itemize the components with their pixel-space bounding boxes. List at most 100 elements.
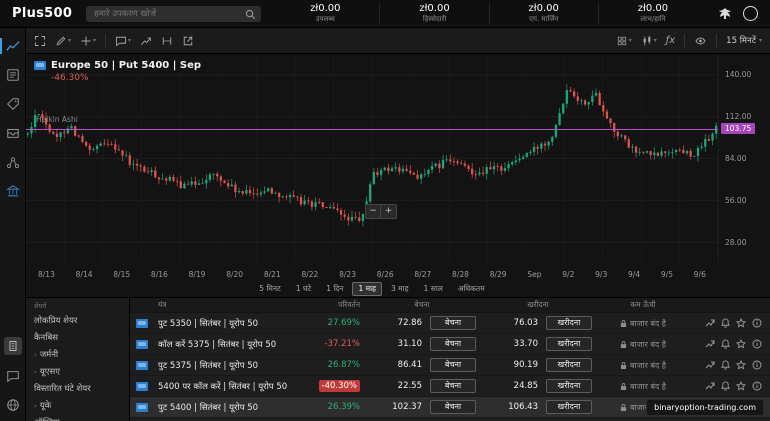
globe-icon[interactable]: [5, 397, 21, 413]
info-icon[interactable]: [752, 318, 762, 328]
range-button[interactable]: 1 माह: [352, 282, 382, 296]
buy-button[interactable]: खरीदना: [546, 358, 592, 372]
star-icon[interactable]: [736, 339, 746, 349]
info-icon[interactable]: [752, 339, 762, 349]
toolbar-divider: [716, 34, 717, 47]
account-avatar[interactable]: [743, 6, 758, 21]
chart-type-icon[interactable]: ▾: [641, 35, 657, 47]
indicator-label[interactable]: Heikin Ashi: [36, 115, 78, 124]
chart-arrow-icon[interactable]: [705, 381, 715, 391]
time-axis[interactable]: 8/138/148/158/168/198/208/218/228/238/26…: [26, 268, 718, 281]
crosshair-icon[interactable]: ▾: [80, 35, 96, 47]
category-item[interactable]: › यूके: [26, 397, 129, 414]
category-item[interactable]: लोकप्रिय शेयर: [26, 312, 129, 329]
expand-icon[interactable]: [34, 35, 46, 47]
stat-value: zł0.00: [281, 3, 369, 14]
sell-button[interactable]: बेचना: [430, 337, 476, 351]
sell-price: 102.37: [364, 402, 426, 412]
account-stats: zł0.00 उपलब्ध zł0.00 हिस्सेदारी zł0.00 ए…: [271, 3, 707, 24]
buy-button[interactable]: खरीदना: [546, 400, 592, 414]
market-status-label: बाजार बंद है: [630, 381, 666, 392]
network-icon[interactable]: [5, 154, 21, 170]
sell-button[interactable]: बेचना: [430, 400, 476, 414]
instrument-icon: [136, 403, 148, 412]
price-axis-label: 84.00: [725, 154, 746, 163]
price-axis-label: 112.00: [725, 112, 751, 121]
time-axis-label: 8/22: [301, 270, 318, 279]
market-status-label: बाजार बंद है: [630, 339, 666, 350]
stat-value: zł0.00: [609, 3, 697, 14]
alert-bell-icon[interactable]: [721, 360, 730, 370]
comment-icon[interactable]: ▾: [115, 35, 131, 47]
search-input[interactable]: [86, 6, 261, 22]
chart-arrow-icon[interactable]: [705, 318, 715, 328]
draw-icon[interactable]: ▾: [55, 35, 71, 47]
category-item[interactable]: › जर्मनी: [26, 346, 129, 363]
change-cell: 26.39%: [302, 402, 364, 412]
eagle-logo-icon: [717, 7, 733, 21]
buy-button[interactable]: खरीदना: [546, 379, 592, 393]
chart-plot[interactable]: Europe 50 | Put 5400 | Sep -46.30% Heiki…: [26, 54, 718, 263]
stat-label: लाभ/हानि: [609, 15, 697, 24]
buy-price: 76.03: [480, 318, 542, 328]
alert-bell-icon[interactable]: [721, 381, 730, 391]
header-range: कम ऊँची: [596, 300, 690, 310]
info-icon[interactable]: [752, 381, 762, 391]
timeframe-selector[interactable]: 15 मिनटें ▾: [726, 35, 762, 46]
table-row[interactable]: पुट 5375 | सितंबर | यूरोप 50 26.87% 86.4…: [130, 355, 770, 376]
sell-button[interactable]: बेचना: [430, 379, 476, 393]
sell-button[interactable]: बेचना: [430, 316, 476, 330]
layout-grid-icon[interactable]: ▾: [616, 35, 632, 47]
instrument-search[interactable]: [86, 6, 261, 22]
range-button[interactable]: 1 घंटे: [290, 282, 317, 296]
news-icon[interactable]: [5, 67, 21, 83]
building-icon[interactable]: [4, 337, 22, 355]
tag-icon[interactable]: [5, 96, 21, 112]
alert-bell-icon[interactable]: [721, 318, 730, 328]
drawer-icon[interactable]: [5, 125, 21, 141]
star-icon[interactable]: [736, 381, 746, 391]
eye-icon[interactable]: [694, 35, 707, 47]
table-row[interactable]: 5400 पर कॉल करें | सितंबर | यूरोप 50 -40…: [130, 376, 770, 397]
buy-button[interactable]: खरीदना: [546, 337, 592, 351]
sell-button[interactable]: बेचना: [430, 358, 476, 372]
range-selector: 5 मिनट1 घंटे1 दिन1 माह3 माह1 सालअधिकतम: [26, 281, 718, 296]
table-row[interactable]: पुट 5350 | सितंबर | यूरोप 50 27.69% 72.8…: [130, 313, 770, 334]
range-button[interactable]: 3 माह: [385, 282, 415, 296]
zoom-in-button[interactable]: +: [381, 205, 396, 218]
time-axis-label: 9/3: [595, 270, 607, 279]
star-icon[interactable]: [736, 318, 746, 328]
market-status: बाजार बंद है: [596, 381, 690, 392]
fx-indicator-icon[interactable]: ƒx: [666, 35, 675, 46]
star-icon[interactable]: [736, 360, 746, 370]
trend-line-icon[interactable]: [140, 35, 152, 47]
line-chart-icon[interactable]: [5, 38, 21, 54]
alert-bell-icon[interactable]: [721, 339, 730, 349]
change-cell: 27.69%: [302, 318, 364, 328]
info-icon[interactable]: [752, 360, 762, 370]
share-icon[interactable]: [182, 35, 194, 47]
buy-button[interactable]: खरीदना: [546, 316, 592, 330]
chat-icon[interactable]: [5, 368, 21, 384]
sell-price: 31.10: [364, 339, 426, 349]
category-item[interactable]: विस्तारित घंटे शेयर: [26, 380, 129, 397]
category-label: जर्मनी: [40, 349, 58, 360]
account-stat: zł0.00 हिस्सेदारी: [379, 3, 488, 24]
range-button[interactable]: अधिकतम: [452, 282, 491, 296]
range-button[interactable]: 5 मिनट: [253, 282, 287, 296]
lock-icon: [620, 361, 627, 370]
time-axis-label: 8/21: [264, 270, 281, 279]
category-item[interactable]: कैनबिस: [26, 329, 129, 346]
bank-icon[interactable]: [5, 183, 21, 199]
range-button[interactable]: 1 दिन: [320, 282, 349, 296]
chart-arrow-icon[interactable]: [705, 339, 715, 349]
measure-icon[interactable]: [161, 35, 173, 47]
range-button[interactable]: 1 साल: [418, 282, 449, 296]
zoom-out-button[interactable]: −: [366, 205, 381, 218]
price-axis[interactable]: 103.75 140.00112.0084.0056.0028.00: [718, 54, 770, 263]
chart-arrow-icon[interactable]: [705, 360, 715, 370]
table-row[interactable]: कॉल करें 5375 | सितंबर | यूरोप 50 -37.21…: [130, 334, 770, 355]
category-item[interactable]: › यूएसए: [26, 363, 129, 380]
stat-value: zł0.00: [500, 3, 588, 14]
category-item[interactable]: ऑस्ट्रिया: [26, 414, 129, 421]
